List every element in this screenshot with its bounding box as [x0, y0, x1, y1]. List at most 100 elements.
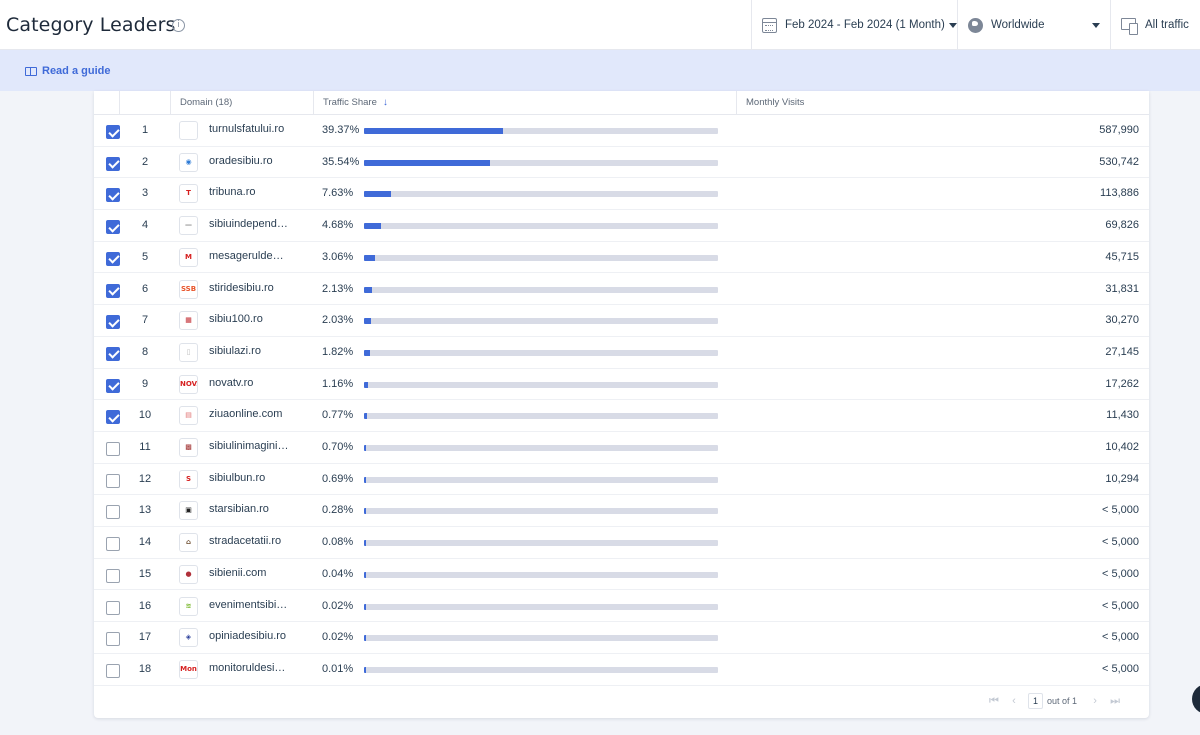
- chat-widget-button[interactable]: [1192, 684, 1200, 714]
- row-checkbox[interactable]: [106, 188, 120, 203]
- top-bar: Category Leaders i Feb 2024 - Feb 2024 (…: [0, 0, 1200, 50]
- row-checkbox[interactable]: [106, 283, 120, 298]
- table-row[interactable]: 3 Ttribuna.ro 7.63% 113,886: [94, 178, 1149, 211]
- site-favicon-icon: ▦: [179, 311, 198, 331]
- row-domain-link[interactable]: sibiulinimagini.ro: [209, 440, 289, 452]
- row-monthly-visits: 31,831: [1105, 282, 1139, 295]
- row-checkbox[interactable]: [106, 473, 120, 488]
- row-domain-link[interactable]: sibiuindependent.ro: [209, 218, 289, 230]
- read-guide-link[interactable]: Read a guide: [25, 65, 110, 77]
- traffic-share-bar: [364, 540, 718, 547]
- row-rank: 6: [141, 282, 149, 295]
- row-domain-link[interactable]: mesageruldesibiu.ro: [209, 250, 289, 262]
- table-row[interactable]: 8 ▯ sibiulazi.ro 1.82% 27,145: [94, 337, 1149, 369]
- page-number-input[interactable]: 1: [1028, 693, 1043, 709]
- row-domain-link[interactable]: oradesibiu.ro: [209, 155, 289, 167]
- row-domain-link[interactable]: evenimentsibian.ro: [209, 599, 289, 611]
- row-checkbox[interactable]: [106, 125, 120, 139]
- site-favicon-icon: T: [179, 184, 198, 204]
- table-row[interactable]: 14 ⌂ stradacetatii.ro 0.08% < 5,000: [94, 527, 1149, 559]
- prev-page-icon[interactable]: ‹: [1004, 695, 1024, 707]
- sort-down-icon: ↓: [382, 97, 388, 108]
- header-monthly-visits-column[interactable]: Monthly Visits: [736, 91, 1149, 115]
- table-row[interactable]: 15 ● sibienii.com 0.04% < 5,000: [94, 559, 1149, 591]
- row-checkbox[interactable]: [106, 568, 120, 583]
- traffic-share-bar-fill: [364, 666, 367, 673]
- read-guide-label: Read a guide: [42, 65, 111, 77]
- site-favicon-icon: ▣: [179, 501, 198, 521]
- row-traffic-share: 35.54%: [322, 155, 360, 168]
- row-checkbox[interactable]: [106, 600, 120, 615]
- row-checkbox[interactable]: [106, 378, 120, 393]
- table-row[interactable]: 17 ◈ opiniadesibiu.ro 0.02% < 5,000: [94, 622, 1149, 654]
- row-rank: 15: [138, 567, 152, 580]
- table-row[interactable]: 5 Mmesageruldesibiu.ro 3.06% 45,715: [94, 242, 1149, 274]
- table-row[interactable]: 7 ▦ sibiu100.ro 2.03% 30,270: [94, 305, 1149, 337]
- row-domain-link[interactable]: sibienii.com: [209, 567, 289, 579]
- row-checkbox[interactable]: [106, 410, 120, 425]
- traffic-share-bar: [364, 191, 718, 198]
- row-domain-link[interactable]: tribuna.ro: [209, 186, 289, 198]
- row-checkbox[interactable]: [106, 505, 120, 520]
- date-range-filter[interactable]: Feb 2024 - Feb 2024 (1 Month): [751, 0, 957, 50]
- row-checkbox[interactable]: [106, 156, 120, 171]
- table-row[interactable]: 13 ▣ starsibian.ro 0.28% < 5,000: [94, 495, 1149, 528]
- chevron-down-icon: [948, 22, 957, 28]
- traffic-share-bar-fill: [364, 191, 391, 198]
- row-domain-link[interactable]: monitoruldesibiu.ro: [209, 662, 289, 674]
- header-traffic-share-column[interactable]: Traffic Share ↓: [313, 91, 736, 115]
- pagination: ⏮ ‹ 1 out of 1 › ⏭: [984, 693, 1125, 709]
- table-row[interactable]: 18 Mon monitoruldesibiu.ro 0.01% < 5,000: [94, 654, 1149, 686]
- row-checkbox[interactable]: [106, 315, 120, 330]
- table-row[interactable]: 6 SSB stiridesibiu.ro 2.13% 31,831: [94, 274, 1149, 306]
- row-traffic-share: 0.70%: [322, 441, 354, 453]
- row-domain-link[interactable]: sibiulazi.ro: [209, 345, 289, 357]
- row-rank: 8: [141, 345, 149, 358]
- table-row[interactable]: 10 ▤ ziuaonline.com 0.77% 11,430: [94, 400, 1149, 432]
- row-checkbox[interactable]: [106, 663, 120, 678]
- table-row[interactable]: 1 turnulsfatului.ro 39.37% 587,990: [94, 115, 1149, 147]
- row-checkbox[interactable]: [106, 220, 120, 235]
- row-domain-link[interactable]: ziuaonline.com: [209, 408, 289, 420]
- info-icon[interactable]: i: [172, 19, 185, 32]
- row-checkbox[interactable]: [106, 632, 120, 647]
- row-checkbox[interactable]: [106, 537, 120, 552]
- row-domain-link[interactable]: stradacetatii.ro: [209, 535, 289, 547]
- row-traffic-share: 0.04%: [322, 567, 354, 580]
- first-page-icon[interactable]: ⏮: [984, 695, 1004, 708]
- row-traffic-share: 1.16%: [322, 377, 354, 390]
- row-traffic-share: 39.37%: [322, 124, 360, 136]
- row-rank: 9: [141, 377, 149, 390]
- row-domain-link[interactable]: starsibian.ro: [209, 503, 289, 515]
- traffic-share-bar-fill: [364, 223, 381, 230]
- row-monthly-visits: 587,990: [1099, 124, 1139, 136]
- row-domain-link[interactable]: sibiu100.ro: [209, 313, 289, 325]
- last-page-icon[interactable]: ⏭: [1105, 695, 1125, 708]
- row-monthly-visits: < 5,000: [1101, 631, 1139, 644]
- table-row[interactable]: 2 ◉ oradesibiu.ro 35.54% 530,742: [94, 147, 1149, 179]
- row-checkbox[interactable]: [106, 442, 120, 456]
- row-domain-link[interactable]: turnulsfatului.ro: [209, 123, 289, 135]
- table-row[interactable]: 11 ▩ sibiulinimagini.ro 0.70% 10,402: [94, 432, 1149, 464]
- header-domain-column[interactable]: Domain (18): [170, 91, 313, 115]
- row-monthly-visits: 10,294: [1105, 472, 1139, 485]
- site-favicon-icon: S: [179, 469, 198, 489]
- country-filter[interactable]: Worldwide: [957, 0, 1110, 50]
- next-page-icon[interactable]: ›: [1085, 695, 1105, 707]
- traffic-share-bar: [364, 666, 718, 673]
- row-domain-link[interactable]: opiniadesibiu.ro: [209, 630, 289, 642]
- row-domain-link[interactable]: stiridesibiu.ro: [209, 282, 289, 294]
- row-checkbox[interactable]: [106, 251, 120, 266]
- table-row[interactable]: 9 NOVA novatv.ro 1.16% 17,262: [94, 369, 1149, 401]
- table-row[interactable]: 16 ≋ evenimentsibian.ro 0.02% < 5,000: [94, 591, 1149, 623]
- row-domain-link[interactable]: novatv.ro: [209, 377, 289, 389]
- row-traffic-share: 0.01%: [322, 662, 354, 675]
- table-row[interactable]: 4 — sibiuindependent.ro 4.68% 69,826: [94, 210, 1149, 242]
- traffic-source-filter[interactable]: All traffic: [1110, 0, 1200, 50]
- row-monthly-visits: 45,715: [1105, 250, 1139, 263]
- row-monthly-visits: < 5,000: [1101, 599, 1139, 612]
- row-domain-link[interactable]: sibiulbun.ro: [209, 472, 289, 484]
- table-row[interactable]: 12 Ssibiulbun.ro 0.69% 10,294: [94, 464, 1149, 496]
- row-rank: 3: [141, 187, 149, 200]
- row-checkbox[interactable]: [106, 346, 120, 361]
